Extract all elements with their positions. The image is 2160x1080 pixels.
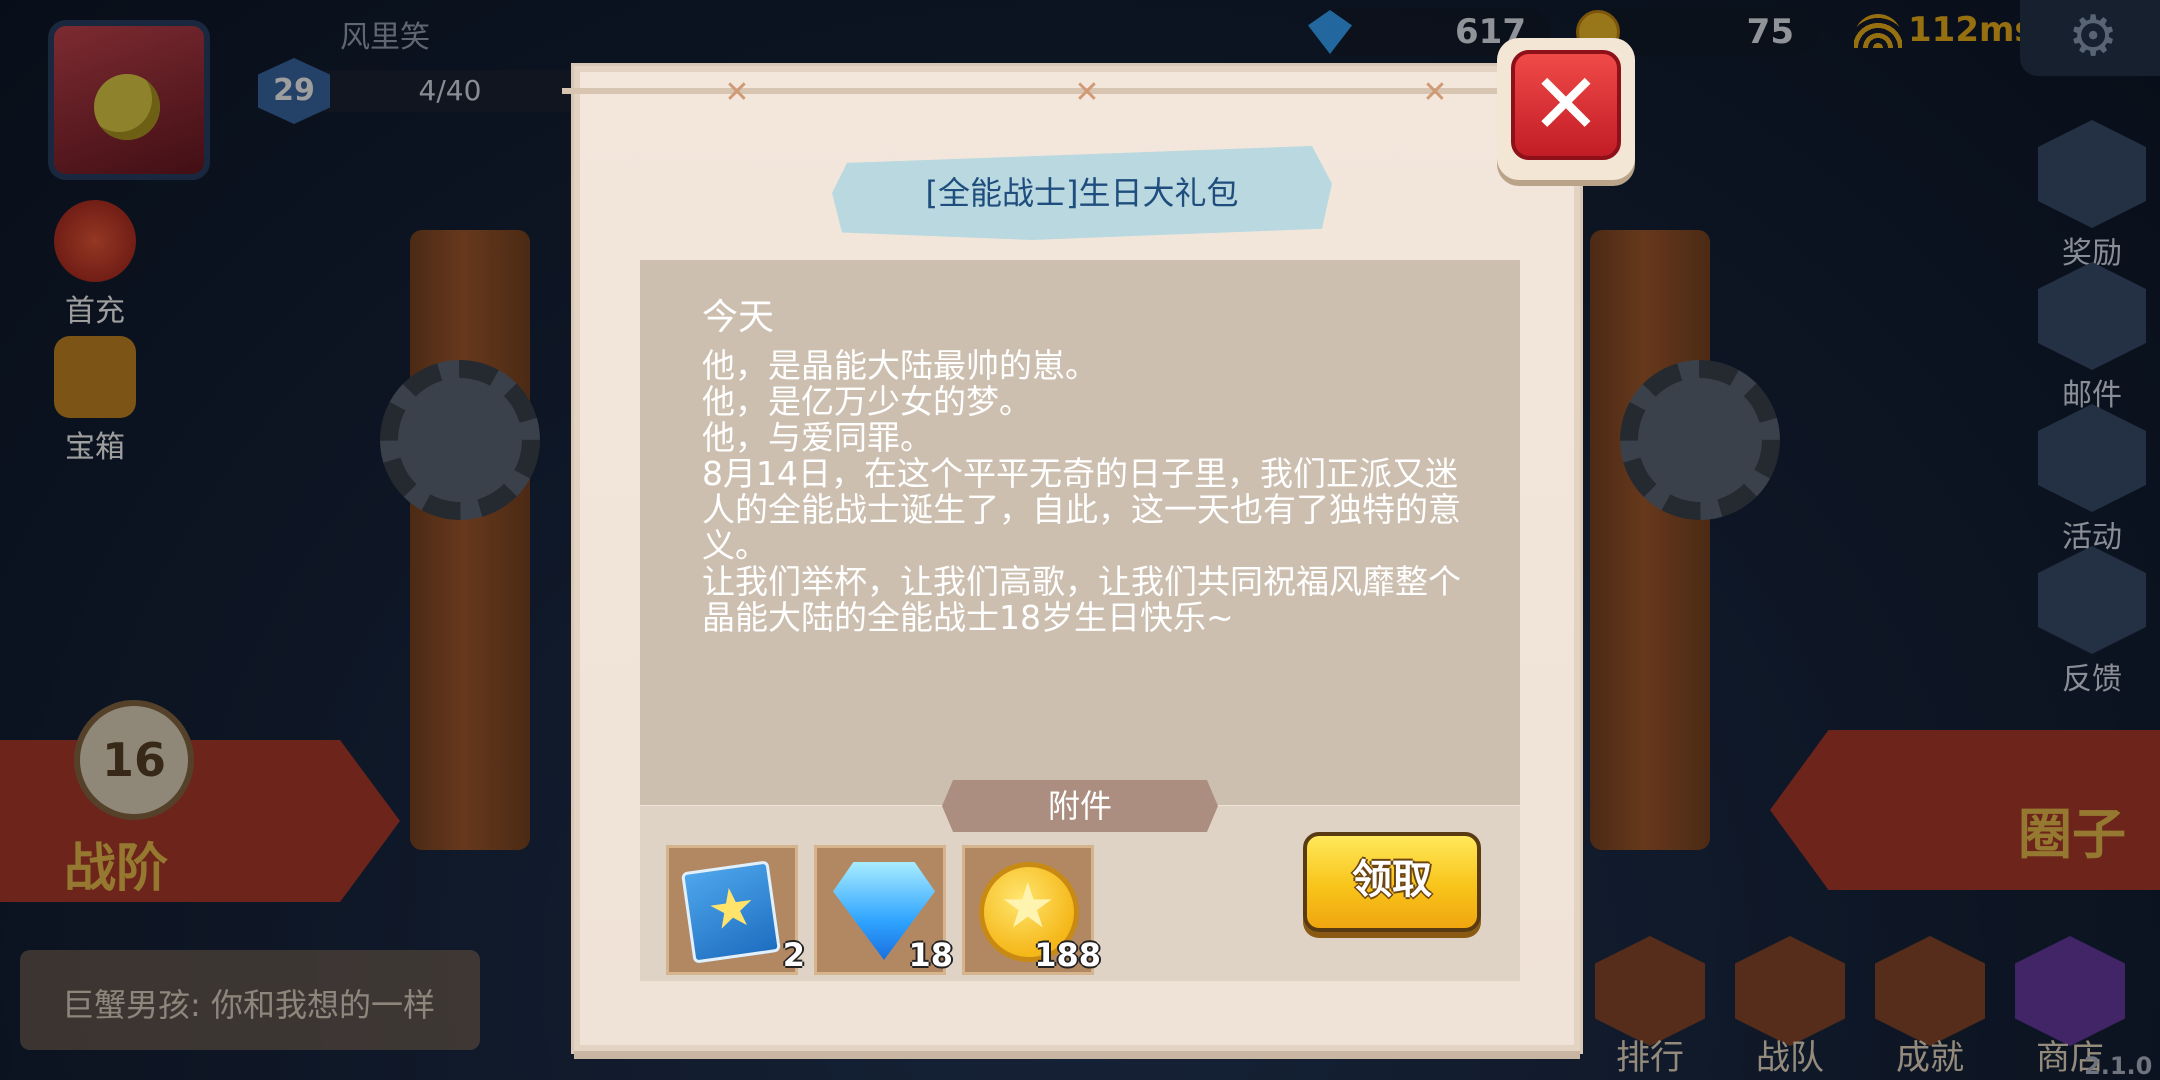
attachment-count: 18	[908, 936, 953, 974]
claim-button[interactable]: 领取	[1303, 832, 1481, 932]
attachment-count: 188	[1034, 936, 1101, 974]
attachment-item[interactable]: 2	[666, 845, 805, 975]
message-title: 今天	[702, 297, 775, 338]
close-button-face: ✕	[1511, 50, 1621, 160]
close-icon: ✕	[1530, 55, 1602, 153]
attachment-item[interactable]: 18	[814, 845, 953, 975]
dialog-title: [全能战士]生日大礼包	[925, 174, 1239, 212]
pin-icon: ✕	[1422, 75, 1448, 110]
attachment-count: 2	[782, 936, 805, 974]
pin-icon: ✕	[1074, 75, 1100, 110]
attachment-item[interactable]: 188	[962, 845, 1101, 975]
pin-icon: ✕	[724, 75, 750, 110]
message-body: 他，是晶能大陆最帅的崽。 他，是亿万少女的梦。 他，与爱同罪。 8月14日，在这…	[702, 346, 1461, 637]
star-scroll-icon	[681, 860, 781, 964]
attachments-label: 附件	[942, 780, 1218, 832]
close-button[interactable]: ✕	[1497, 38, 1635, 180]
